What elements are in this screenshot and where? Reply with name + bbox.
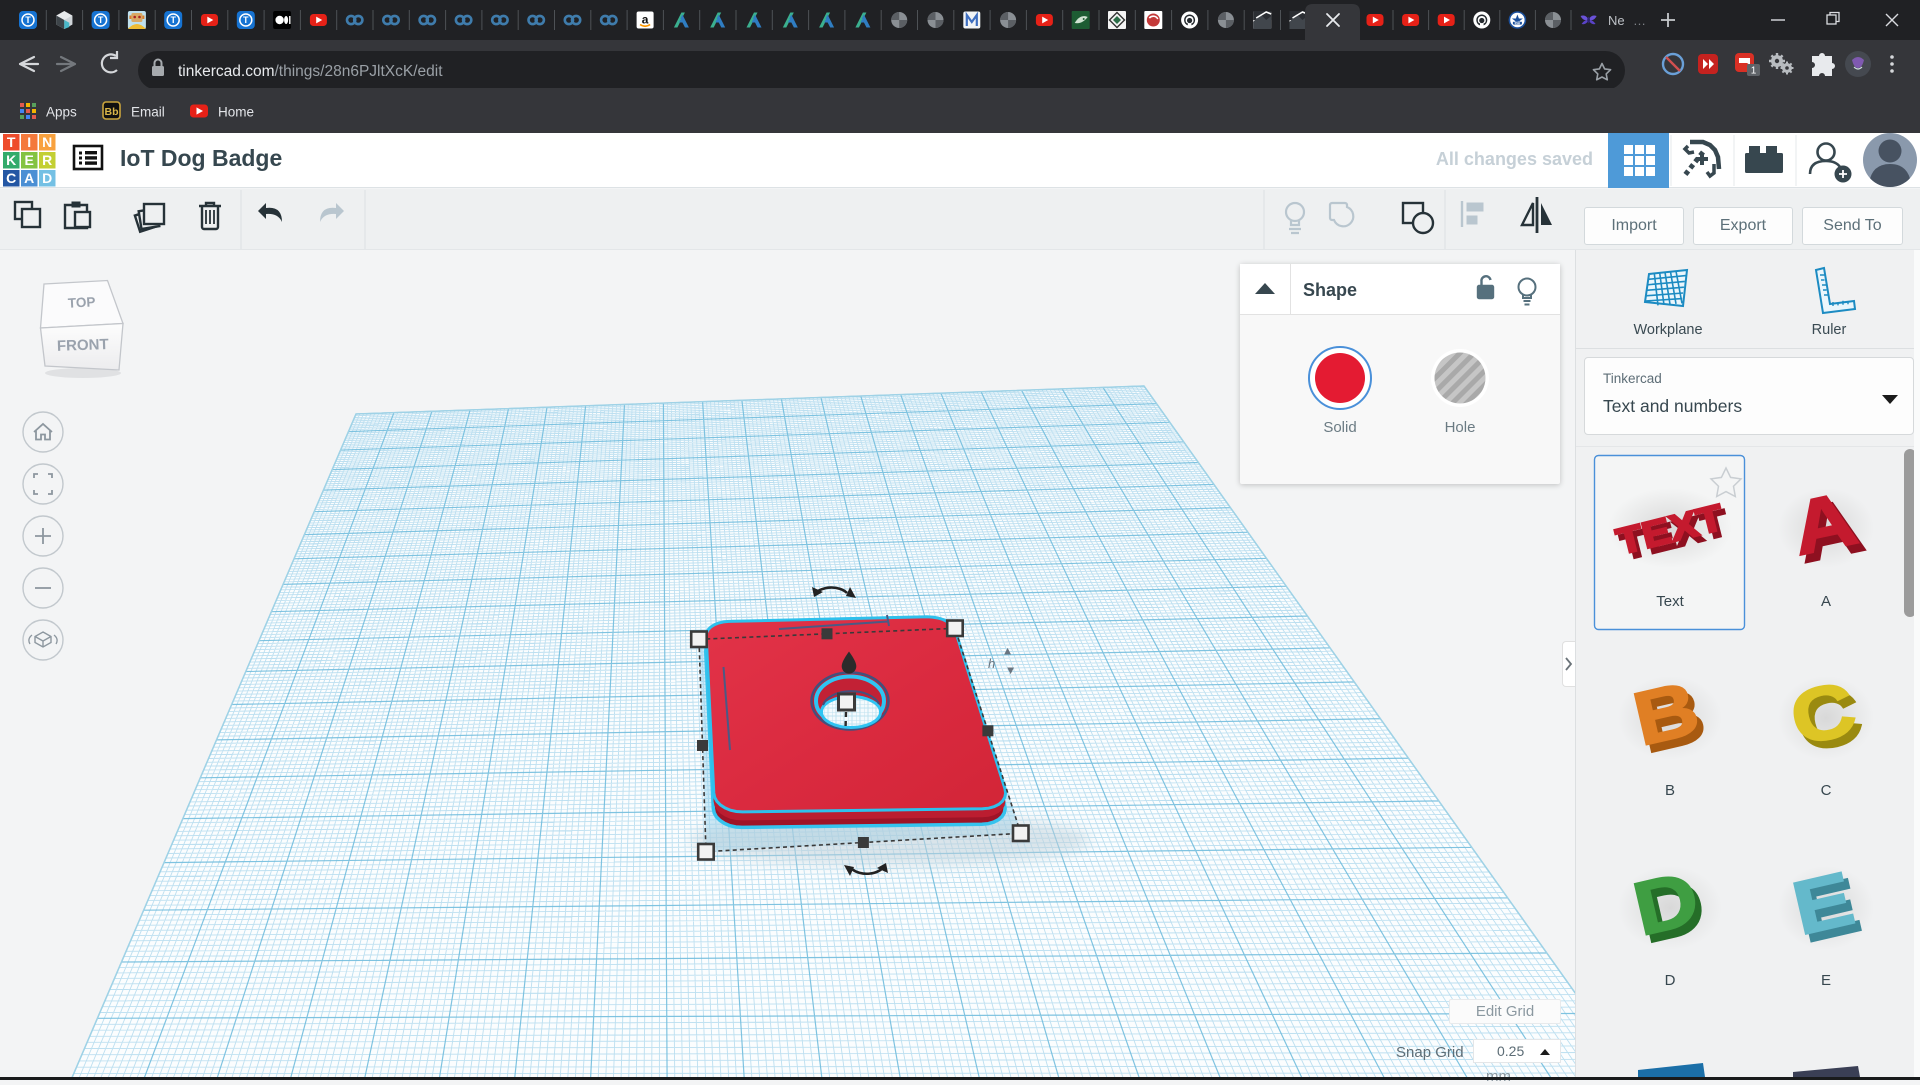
svg-text:Apps: Apps bbox=[46, 105, 77, 120]
svg-text:E: E bbox=[25, 152, 34, 168]
svg-text:I: I bbox=[27, 134, 31, 150]
svg-text:h: h bbox=[988, 656, 995, 671]
svg-text:E: E bbox=[1821, 972, 1831, 989]
svg-text:T: T bbox=[98, 15, 104, 25]
svg-text:A: A bbox=[1821, 593, 1831, 610]
svg-text:C: C bbox=[1821, 782, 1832, 799]
svg-text:T: T bbox=[25, 15, 31, 25]
svg-text:TOP: TOP bbox=[67, 294, 95, 310]
svg-text:tinkercad.com/things/28n6PJltX: tinkercad.com/things/28n6PJltXcK/edit bbox=[178, 63, 443, 80]
svg-text:A: A bbox=[24, 170, 34, 186]
svg-text:Bb: Bb bbox=[105, 106, 119, 118]
svg-text:C: C bbox=[6, 170, 16, 186]
svg-text:Home: Home bbox=[218, 105, 254, 120]
svg-text:T: T bbox=[170, 15, 176, 25]
svg-text:a: a bbox=[642, 13, 649, 27]
svg-text:Email: Email bbox=[131, 105, 165, 120]
svg-text:…: … bbox=[1633, 13, 1646, 28]
svg-text:B: B bbox=[1665, 782, 1675, 799]
svg-text:Hole: Hole bbox=[1445, 419, 1476, 436]
svg-text:IND: IND bbox=[1515, 21, 1521, 25]
svg-text:T: T bbox=[7, 134, 16, 150]
svg-text:N: N bbox=[42, 134, 52, 150]
svg-text:R: R bbox=[42, 152, 52, 168]
svg-text:Solid: Solid bbox=[1323, 419, 1356, 436]
svg-text:D: D bbox=[1665, 972, 1676, 989]
svg-text:Shape: Shape bbox=[1303, 280, 1357, 300]
svg-text:Workplane: Workplane bbox=[1633, 322, 1702, 338]
svg-text:IoT Dog Badge: IoT Dog Badge bbox=[120, 145, 282, 171]
svg-text:Ne: Ne bbox=[1608, 13, 1625, 28]
svg-text:Text: Text bbox=[1656, 593, 1684, 610]
svg-text:Ruler: Ruler bbox=[1812, 322, 1847, 338]
svg-text:K: K bbox=[6, 152, 16, 168]
svg-text:All changes saved: All changes saved bbox=[1436, 149, 1593, 169]
svg-text:FRONT: FRONT bbox=[57, 336, 109, 355]
svg-text:1: 1 bbox=[1751, 66, 1757, 77]
svg-text:T: T bbox=[243, 15, 249, 25]
svg-text:D: D bbox=[42, 170, 52, 186]
